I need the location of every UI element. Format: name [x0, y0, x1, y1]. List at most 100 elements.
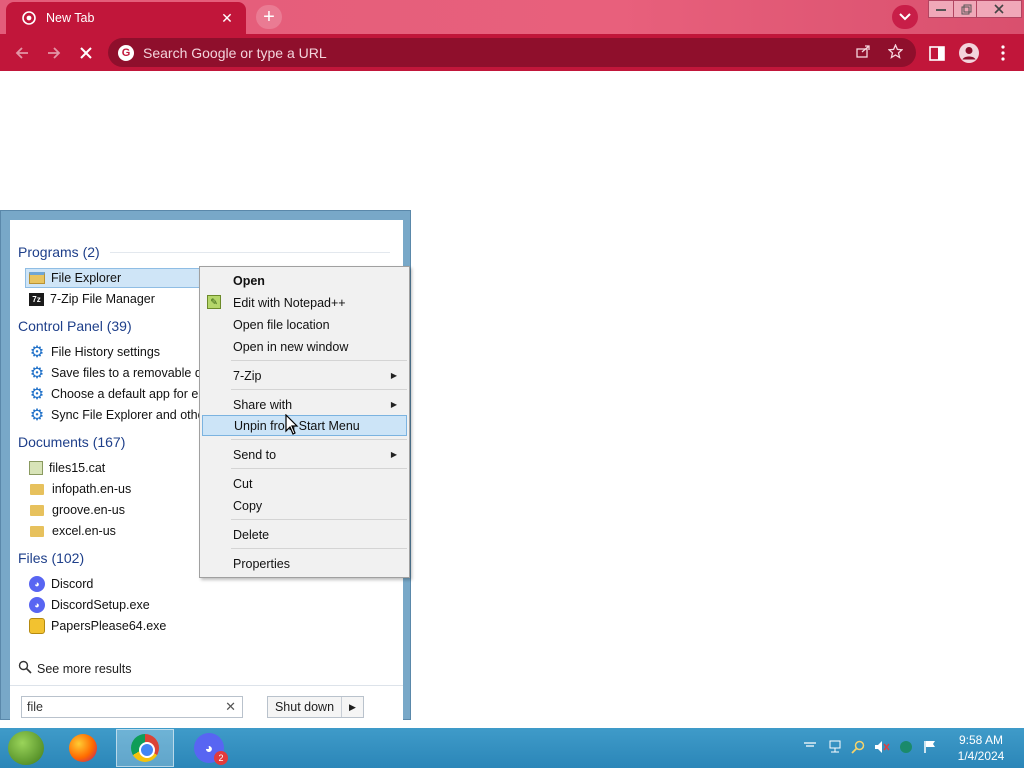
- search-icon[interactable]: [848, 740, 868, 754]
- section-control-panel[interactable]: Control Panel (39): [18, 316, 132, 336]
- gear-icon: ⚙: [29, 365, 45, 382]
- section-files-label: Files (102): [18, 550, 85, 566]
- stop-loading-icon[interactable]: [75, 42, 97, 64]
- ctx-copy[interactable]: Copy: [202, 495, 407, 516]
- google-icon: G: [118, 44, 134, 61]
- more-menu-icon[interactable]: [992, 42, 1014, 64]
- notification-badge: 2: [214, 751, 228, 765]
- browser-tabstrip: New Tab ✕ +: [0, 0, 1024, 34]
- folder-icon: [30, 525, 44, 537]
- back-arrow-icon[interactable]: [11, 42, 33, 64]
- ctx-share-with[interactable]: Share with ▶: [202, 394, 407, 415]
- see-more-label: See more results: [37, 661, 132, 676]
- result-label: Save files to a removable driv: [51, 366, 215, 380]
- papers-please-icon: [29, 618, 45, 634]
- section-documents[interactable]: Documents (167): [18, 432, 125, 452]
- close-tab-icon[interactable]: ✕: [218, 9, 236, 27]
- submenu-arrow-icon: ▶: [390, 371, 397, 380]
- result-label: 7-Zip File Manager: [50, 292, 155, 306]
- catalog-file-icon: [29, 461, 43, 475]
- side-panel-icon[interactable]: [926, 42, 948, 64]
- taskbar-chrome[interactable]: [116, 729, 174, 767]
- bookmark-star-icon[interactable]: [884, 42, 906, 62]
- search-value: file: [27, 700, 43, 714]
- ctx-separator: [231, 389, 407, 390]
- ctx-delete[interactable]: Delete: [202, 524, 407, 545]
- show-hidden-icons-icon[interactable]: [800, 740, 820, 748]
- ctx-properties[interactable]: Properties: [202, 553, 407, 574]
- ctx-7zip[interactable]: 7-Zip ▶: [202, 365, 407, 386]
- section-files[interactable]: Files (102): [18, 548, 84, 568]
- see-more-results-link[interactable]: See more results: [18, 660, 131, 677]
- taskbar: ◕ 2 9:58 AM 1/4/2024: [0, 728, 1024, 768]
- shutdown-label: Shut down: [274, 700, 335, 714]
- submenu-arrow-icon: ▶: [390, 450, 397, 459]
- ctx-open-new-window[interactable]: Open in new window: [202, 336, 407, 357]
- minimize-window-button[interactable]: [928, 0, 954, 18]
- section-programs[interactable]: Programs (2): [18, 242, 390, 262]
- shutdown-options-arrow-icon[interactable]: ▶: [341, 697, 363, 717]
- ctx-edit-notepadpp[interactable]: ✎ Edit with Notepad++: [202, 292, 407, 313]
- discord-icon: ◕: [29, 576, 45, 592]
- gear-icon: ⚙: [29, 407, 45, 424]
- discord-icon: ◕: [29, 597, 45, 613]
- ctx-label: Open in new window: [233, 339, 349, 354]
- result-label: Choose a default app for eac: [51, 387, 212, 401]
- section-programs-label: Programs (2): [18, 244, 100, 260]
- section-control-panel-label: Control Panel (39): [18, 318, 132, 334]
- address-bar[interactable]: G Search Google or type a URL: [108, 38, 916, 67]
- result-label: Discord: [51, 577, 94, 591]
- start-orb-icon[interactable]: [8, 731, 44, 765]
- search-icon: [18, 660, 32, 677]
- action-center-flag-icon[interactable]: [920, 740, 940, 754]
- folder-icon: [30, 504, 44, 516]
- close-window-button[interactable]: [976, 0, 1022, 18]
- tab-search-button[interactable]: [892, 5, 918, 29]
- shutdown-button[interactable]: Shut down ▶: [267, 696, 364, 718]
- ctx-separator: [231, 548, 407, 549]
- taskbar-discord[interactable]: ◕ 2: [180, 729, 238, 767]
- notepadpp-icon: ✎: [207, 295, 221, 309]
- system-clock[interactable]: 9:58 AM 1/4/2024: [948, 732, 1014, 764]
- address-bar-placeholder: Search Google or type a URL: [143, 44, 327, 61]
- result-label: File Explorer: [51, 271, 122, 285]
- share-icon[interactable]: [852, 44, 874, 61]
- app-status-icon[interactable]: [896, 740, 916, 754]
- clock-date: 1/4/2024: [957, 749, 1005, 763]
- ctx-label: Open: [233, 273, 265, 288]
- ctx-open[interactable]: Open: [202, 270, 407, 291]
- folder-icon: [30, 483, 44, 495]
- forward-arrow-icon[interactable]: [43, 42, 65, 64]
- start-search-input[interactable]: file ✕: [21, 696, 243, 718]
- submenu-arrow-icon: ▶: [390, 400, 397, 409]
- result-label: excel.en-us: [52, 524, 116, 538]
- volume-muted-icon[interactable]: [872, 740, 892, 754]
- browser-tab[interactable]: New Tab ✕: [6, 2, 246, 34]
- mouse-cursor-icon: [285, 414, 299, 435]
- profile-avatar-icon[interactable]: [958, 42, 980, 64]
- taskbar-firefox[interactable]: [54, 729, 112, 767]
- result-label: PapersPlease64.exe: [51, 619, 167, 633]
- ctx-label: Properties: [233, 556, 290, 571]
- firefox-icon: [69, 734, 97, 762]
- result-label: File History settings: [51, 345, 161, 359]
- result-label: infopath.en-us: [52, 482, 132, 496]
- ctx-separator: [231, 360, 407, 361]
- ctx-cut[interactable]: Cut: [202, 473, 407, 494]
- ctx-separator: [231, 439, 407, 440]
- ctx-label: Delete: [233, 527, 270, 542]
- ctx-label: 7-Zip: [233, 368, 262, 383]
- new-tab-button[interactable]: +: [256, 5, 282, 29]
- clear-search-icon[interactable]: ✕: [225, 699, 236, 715]
- ctx-label: Copy: [233, 498, 263, 513]
- result-label: files15.cat: [49, 461, 106, 475]
- result-papers-please[interactable]: PapersPlease64.exe: [26, 616, 396, 636]
- ctx-send-to[interactable]: Send to ▶: [202, 444, 407, 465]
- ctx-label: Edit with Notepad++: [233, 295, 346, 310]
- ctx-unpin-start-menu[interactable]: Unpin from Start Menu: [202, 415, 407, 436]
- ctx-open-file-location[interactable]: Open file location: [202, 314, 407, 335]
- gear-icon: ⚙: [29, 386, 45, 403]
- network-icon[interactable]: [825, 740, 845, 754]
- result-discord-setup[interactable]: ◕ DiscordSetup.exe: [26, 595, 396, 615]
- chrome-favicon-icon: [22, 11, 36, 25]
